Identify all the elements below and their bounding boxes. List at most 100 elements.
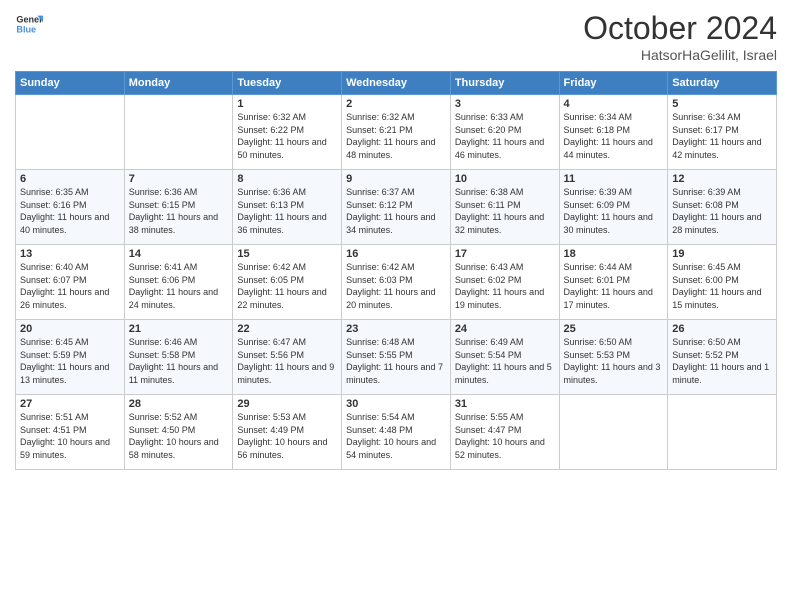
calendar-cell: 15Sunrise: 6:42 AM Sunset: 6:05 PM Dayli… (233, 245, 342, 320)
day-info: Sunrise: 6:36 AM Sunset: 6:13 PM Dayligh… (237, 186, 337, 236)
calendar-cell: 13Sunrise: 6:40 AM Sunset: 6:07 PM Dayli… (16, 245, 125, 320)
day-info: Sunrise: 6:34 AM Sunset: 6:18 PM Dayligh… (564, 111, 664, 161)
svg-text:Blue: Blue (16, 24, 36, 34)
day-number: 28 (129, 398, 229, 410)
day-number: 12 (672, 173, 772, 185)
calendar-cell: 19Sunrise: 6:45 AM Sunset: 6:00 PM Dayli… (668, 245, 777, 320)
header-sunday: Sunday (16, 72, 125, 95)
day-info: Sunrise: 6:39 AM Sunset: 6:09 PM Dayligh… (564, 186, 664, 236)
day-info: Sunrise: 6:36 AM Sunset: 6:15 PM Dayligh… (129, 186, 229, 236)
calendar-cell: 31Sunrise: 5:55 AM Sunset: 4:47 PM Dayli… (450, 395, 559, 470)
calendar-cell: 8Sunrise: 6:36 AM Sunset: 6:13 PM Daylig… (233, 170, 342, 245)
day-number: 3 (455, 98, 555, 110)
title-block: October 2024 HatsorHaGelilit, Israel (583, 10, 777, 63)
day-number: 8 (237, 173, 337, 185)
day-number: 5 (672, 98, 772, 110)
day-number: 15 (237, 248, 337, 260)
calendar-week-4: 20Sunrise: 6:45 AM Sunset: 5:59 PM Dayli… (16, 320, 777, 395)
logo: General Blue (15, 10, 43, 38)
calendar-cell: 29Sunrise: 5:53 AM Sunset: 4:49 PM Dayli… (233, 395, 342, 470)
calendar-cell: 14Sunrise: 6:41 AM Sunset: 6:06 PM Dayli… (124, 245, 233, 320)
day-number: 1 (237, 98, 337, 110)
calendar-cell: 22Sunrise: 6:47 AM Sunset: 5:56 PM Dayli… (233, 320, 342, 395)
calendar-week-2: 6Sunrise: 6:35 AM Sunset: 6:16 PM Daylig… (16, 170, 777, 245)
day-info: Sunrise: 6:38 AM Sunset: 6:11 PM Dayligh… (455, 186, 555, 236)
day-number: 14 (129, 248, 229, 260)
calendar-cell: 26Sunrise: 6:50 AM Sunset: 5:52 PM Dayli… (668, 320, 777, 395)
calendar-cell: 6Sunrise: 6:35 AM Sunset: 6:16 PM Daylig… (16, 170, 125, 245)
day-number: 7 (129, 173, 229, 185)
day-info: Sunrise: 5:54 AM Sunset: 4:48 PM Dayligh… (346, 411, 446, 461)
header-wednesday: Wednesday (342, 72, 451, 95)
calendar-cell: 4Sunrise: 6:34 AM Sunset: 6:18 PM Daylig… (559, 95, 668, 170)
day-info: Sunrise: 6:48 AM Sunset: 5:55 PM Dayligh… (346, 336, 446, 386)
day-info: Sunrise: 5:55 AM Sunset: 4:47 PM Dayligh… (455, 411, 555, 461)
calendar-cell: 25Sunrise: 6:50 AM Sunset: 5:53 PM Dayli… (559, 320, 668, 395)
calendar-cell: 11Sunrise: 6:39 AM Sunset: 6:09 PM Dayli… (559, 170, 668, 245)
day-number: 10 (455, 173, 555, 185)
day-number: 6 (20, 173, 120, 185)
header-monday: Monday (124, 72, 233, 95)
day-number: 29 (237, 398, 337, 410)
day-number: 23 (346, 323, 446, 335)
calendar-table: Sunday Monday Tuesday Wednesday Thursday… (15, 71, 777, 470)
calendar-cell: 30Sunrise: 5:54 AM Sunset: 4:48 PM Dayli… (342, 395, 451, 470)
header-thursday: Thursday (450, 72, 559, 95)
calendar-cell: 27Sunrise: 5:51 AM Sunset: 4:51 PM Dayli… (16, 395, 125, 470)
calendar-cell: 9Sunrise: 6:37 AM Sunset: 6:12 PM Daylig… (342, 170, 451, 245)
calendar-cell: 10Sunrise: 6:38 AM Sunset: 6:11 PM Dayli… (450, 170, 559, 245)
day-number: 25 (564, 323, 664, 335)
day-info: Sunrise: 6:45 AM Sunset: 6:00 PM Dayligh… (672, 261, 772, 311)
calendar-header-row: Sunday Monday Tuesday Wednesday Thursday… (16, 72, 777, 95)
calendar-cell: 7Sunrise: 6:36 AM Sunset: 6:15 PM Daylig… (124, 170, 233, 245)
day-info: Sunrise: 6:46 AM Sunset: 5:58 PM Dayligh… (129, 336, 229, 386)
calendar-cell: 3Sunrise: 6:33 AM Sunset: 6:20 PM Daylig… (450, 95, 559, 170)
day-number: 17 (455, 248, 555, 260)
day-info: Sunrise: 6:47 AM Sunset: 5:56 PM Dayligh… (237, 336, 337, 386)
page-header: General Blue October 2024 HatsorHaGelili… (15, 10, 777, 63)
day-info: Sunrise: 6:39 AM Sunset: 6:08 PM Dayligh… (672, 186, 772, 236)
day-info: Sunrise: 6:33 AM Sunset: 6:20 PM Dayligh… (455, 111, 555, 161)
day-number: 2 (346, 98, 446, 110)
calendar-cell: 20Sunrise: 6:45 AM Sunset: 5:59 PM Dayli… (16, 320, 125, 395)
header-tuesday: Tuesday (233, 72, 342, 95)
day-number: 30 (346, 398, 446, 410)
calendar-cell (559, 395, 668, 470)
day-number: 22 (237, 323, 337, 335)
day-info: Sunrise: 5:51 AM Sunset: 4:51 PM Dayligh… (20, 411, 120, 461)
header-friday: Friday (559, 72, 668, 95)
calendar-cell: 16Sunrise: 6:42 AM Sunset: 6:03 PM Dayli… (342, 245, 451, 320)
day-info: Sunrise: 6:49 AM Sunset: 5:54 PM Dayligh… (455, 336, 555, 386)
month-title: October 2024 (583, 10, 777, 47)
calendar-cell: 5Sunrise: 6:34 AM Sunset: 6:17 PM Daylig… (668, 95, 777, 170)
day-number: 20 (20, 323, 120, 335)
day-number: 11 (564, 173, 664, 185)
day-number: 24 (455, 323, 555, 335)
day-info: Sunrise: 6:42 AM Sunset: 6:05 PM Dayligh… (237, 261, 337, 311)
day-info: Sunrise: 6:44 AM Sunset: 6:01 PM Dayligh… (564, 261, 664, 311)
day-number: 9 (346, 173, 446, 185)
calendar-cell (16, 95, 125, 170)
day-info: Sunrise: 6:35 AM Sunset: 6:16 PM Dayligh… (20, 186, 120, 236)
day-info: Sunrise: 6:32 AM Sunset: 6:22 PM Dayligh… (237, 111, 337, 161)
day-info: Sunrise: 6:37 AM Sunset: 6:12 PM Dayligh… (346, 186, 446, 236)
day-number: 26 (672, 323, 772, 335)
calendar-week-5: 27Sunrise: 5:51 AM Sunset: 4:51 PM Dayli… (16, 395, 777, 470)
calendar-week-3: 13Sunrise: 6:40 AM Sunset: 6:07 PM Dayli… (16, 245, 777, 320)
calendar-cell: 12Sunrise: 6:39 AM Sunset: 6:08 PM Dayli… (668, 170, 777, 245)
day-info: Sunrise: 5:52 AM Sunset: 4:50 PM Dayligh… (129, 411, 229, 461)
calendar-cell: 24Sunrise: 6:49 AM Sunset: 5:54 PM Dayli… (450, 320, 559, 395)
calendar-week-1: 1Sunrise: 6:32 AM Sunset: 6:22 PM Daylig… (16, 95, 777, 170)
calendar-cell (668, 395, 777, 470)
calendar-cell: 28Sunrise: 5:52 AM Sunset: 4:50 PM Dayli… (124, 395, 233, 470)
calendar-cell: 21Sunrise: 6:46 AM Sunset: 5:58 PM Dayli… (124, 320, 233, 395)
day-number: 19 (672, 248, 772, 260)
day-number: 21 (129, 323, 229, 335)
day-number: 27 (20, 398, 120, 410)
day-info: Sunrise: 6:42 AM Sunset: 6:03 PM Dayligh… (346, 261, 446, 311)
day-info: Sunrise: 6:43 AM Sunset: 6:02 PM Dayligh… (455, 261, 555, 311)
day-info: Sunrise: 6:40 AM Sunset: 6:07 PM Dayligh… (20, 261, 120, 311)
day-info: Sunrise: 6:50 AM Sunset: 5:52 PM Dayligh… (672, 336, 772, 386)
calendar-cell: 17Sunrise: 6:43 AM Sunset: 6:02 PM Dayli… (450, 245, 559, 320)
day-info: Sunrise: 6:34 AM Sunset: 6:17 PM Dayligh… (672, 111, 772, 161)
